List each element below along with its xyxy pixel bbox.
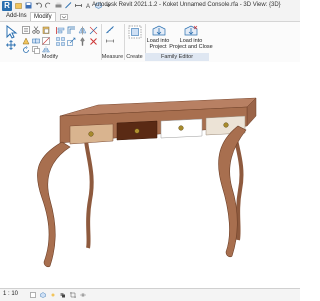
drawer-knob-4 xyxy=(223,122,229,128)
undo-icon[interactable] xyxy=(35,2,42,9)
dimension-qat-icon[interactable] xyxy=(75,2,82,9)
front-right-leg xyxy=(218,125,247,258)
dimension-icon[interactable] xyxy=(106,37,114,45)
drawer-knob-3 xyxy=(178,125,184,131)
paste-icon[interactable] xyxy=(42,26,50,34)
join-icon[interactable] xyxy=(32,37,40,45)
move-icon[interactable] xyxy=(6,40,16,50)
load-into-project-close-icon[interactable] xyxy=(184,25,198,37)
revit-logo-icon[interactable]: R xyxy=(2,1,12,11)
console-table-model[interactable] xyxy=(0,62,300,288)
temporary-hide-icon[interactable] xyxy=(80,292,86,298)
open-icon[interactable] xyxy=(15,2,22,9)
trim-extend-icon[interactable] xyxy=(89,26,98,35)
view-scale[interactable]: 1 : 10 xyxy=(3,291,18,297)
panel-label-modify: Modify xyxy=(41,54,59,60)
create-group-icon[interactable] xyxy=(128,25,142,39)
redo-icon[interactable] xyxy=(45,2,52,9)
window-title: Autodesk Revit 2021.1.2 - Koket Unnamed … xyxy=(92,2,281,8)
panel-label-family-editor: Family Editor xyxy=(145,53,209,61)
tab-add-ins[interactable]: Add-Ins xyxy=(3,12,30,21)
svg-text:A: A xyxy=(86,4,90,9)
back-left-leg xyxy=(83,129,94,249)
measure-icon[interactable] xyxy=(106,26,114,34)
panel-label-create: Create xyxy=(126,54,143,60)
detail-level-icon[interactable] xyxy=(30,292,36,298)
split-face-icon[interactable] xyxy=(42,37,50,45)
print-icon[interactable] xyxy=(55,2,62,9)
paint-icon[interactable] xyxy=(22,37,30,45)
delete-icon[interactable] xyxy=(89,37,98,46)
shadows-icon[interactable] xyxy=(60,292,66,298)
offset-icon[interactable] xyxy=(67,26,76,35)
load-into-project-icon[interactable] xyxy=(152,25,166,37)
ribbon-tabs: Add-Ins Modify xyxy=(0,12,300,22)
panel-label-measure: Measure xyxy=(101,54,124,60)
visual-style-icon[interactable] xyxy=(40,292,46,298)
mirror-axis-icon[interactable] xyxy=(78,26,87,35)
save-icon[interactable] xyxy=(25,2,32,9)
front-left-leg xyxy=(37,141,71,268)
drawer-knob-1 xyxy=(88,131,94,137)
crop-view-icon[interactable] xyxy=(70,292,76,298)
drawer-knob-2 xyxy=(134,128,140,134)
load-into-project-close-button[interactable]: Load into Project and Close xyxy=(168,38,214,50)
ribbon-toggle-icon[interactable] xyxy=(60,14,68,20)
3d-viewport[interactable] xyxy=(0,62,300,288)
align-icon[interactable] xyxy=(56,26,65,35)
text-qat-icon[interactable]: A xyxy=(85,2,92,9)
view-control-bar: 1 : 10 xyxy=(0,288,300,301)
view-controls xyxy=(30,292,86,298)
pin-icon[interactable] xyxy=(78,37,87,46)
select-modify-icon[interactable] xyxy=(4,25,18,39)
cut-icon[interactable] xyxy=(32,26,40,34)
properties-icon[interactable] xyxy=(22,26,30,34)
measure-qat-icon[interactable] xyxy=(65,2,72,9)
array-icon[interactable] xyxy=(56,37,65,46)
sun-path-icon[interactable] xyxy=(50,292,56,298)
ribbon: Load into Project Load into Project and … xyxy=(0,21,300,63)
scale-icon[interactable] xyxy=(67,37,76,46)
